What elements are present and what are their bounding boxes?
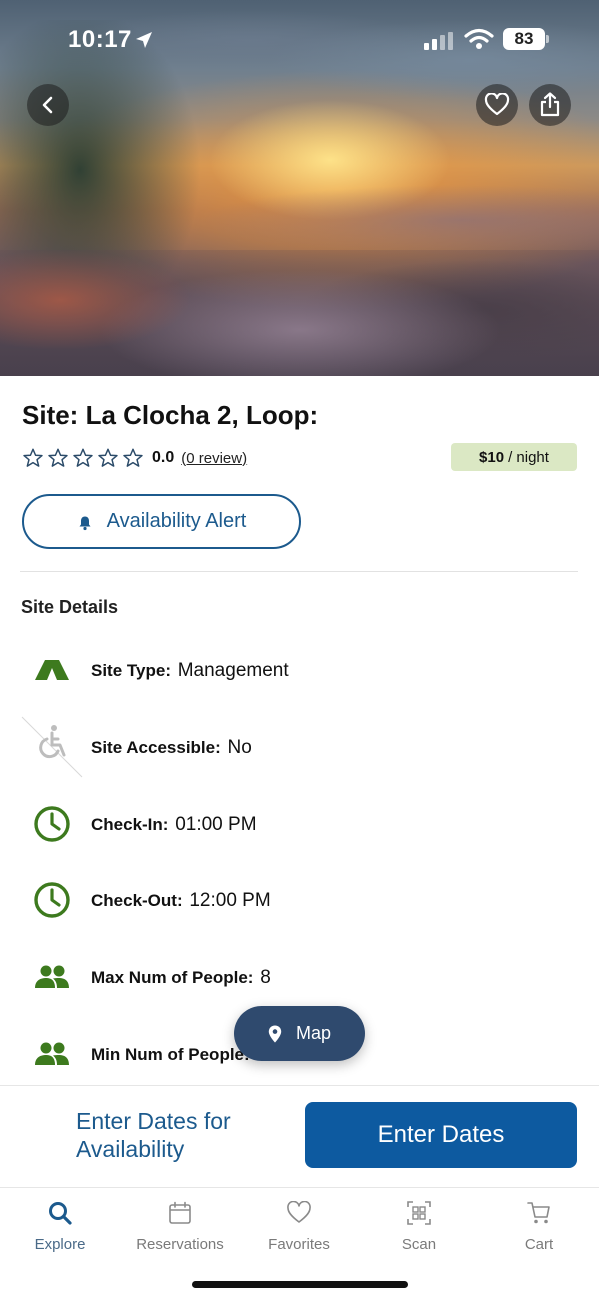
hero-rocks <box>0 250 599 376</box>
bell-icon <box>79 516 91 530</box>
signal-icon <box>424 32 456 55</box>
detail-value: 8 <box>260 967 271 988</box>
detail-value: Management <box>177 660 289 681</box>
people-icon <box>32 1034 72 1074</box>
star-outline-icon <box>73 448 93 467</box>
map-button-label: Map <box>295 1023 331 1043</box>
qr-scan-icon <box>359 1198 479 1228</box>
tab-scan[interactable]: Scan <box>359 1198 479 1253</box>
detail-value: 01:00 PM <box>175 814 257 835</box>
availability-alert-button[interactable]: Availability Alert <box>22 494 301 549</box>
tab-cart[interactable]: Cart <box>479 1198 599 1253</box>
site-details-heading: Site Details <box>21 597 119 617</box>
tent-icon <box>32 650 72 690</box>
search-icon <box>0 1198 120 1228</box>
location-arrow-icon <box>134 30 154 55</box>
tab-reservations[interactable]: Reservations <box>120 1198 240 1253</box>
detail-label: Max Num of People: <box>91 968 254 987</box>
heart-icon <box>484 93 510 116</box>
favorite-button[interactable] <box>476 84 518 126</box>
home-indicator[interactable] <box>192 1281 408 1288</box>
site-title: Site: La Clocha 2, Loop: <box>22 400 319 430</box>
detail-label: Site Accessible: <box>91 738 221 757</box>
status-time: 10:17 <box>68 26 132 53</box>
detail-max-people: Max Num of People: 8 <box>0 957 599 997</box>
price-unit: / night <box>508 448 549 466</box>
hero-image <box>0 0 599 376</box>
rating-row: 0.0 (0 review) <box>22 446 247 470</box>
share-button[interactable] <box>529 84 571 126</box>
detail-check-out: Check-Out: 12:00 PM <box>0 880 599 920</box>
rating-value: 0.0 <box>152 449 175 466</box>
detail-check-in: Check-In: 01:00 PM <box>0 804 599 844</box>
detail-label: Check-Out: <box>91 891 183 910</box>
clock-icon <box>32 880 72 920</box>
tab-label: Cart <box>524 1236 554 1253</box>
wifi-icon <box>464 28 494 55</box>
enter-dates-prompt[interactable]: Enter Dates for Availability <box>76 1107 276 1163</box>
tab-label: Reservations <box>136 1236 224 1253</box>
availability-alert-label: Availability Alert <box>106 510 247 532</box>
calendar-icon <box>120 1198 240 1228</box>
tab-favorites[interactable]: Favorites <box>239 1198 359 1253</box>
map-button[interactable]: Map <box>234 1006 365 1061</box>
battery-indicator: 83 <box>503 28 545 50</box>
detail-site-accessible: Site Accessible: No <box>0 716 599 778</box>
detail-value: 12:00 PM <box>189 890 271 911</box>
share-icon <box>540 92 560 117</box>
map-pin-icon <box>268 1025 282 1042</box>
detail-label: Min Num of People: <box>91 1045 250 1064</box>
cart-icon <box>479 1198 599 1228</box>
tab-explore[interactable]: Explore <box>0 1198 120 1253</box>
review-count-link[interactable]: (0 review) <box>181 450 247 467</box>
heart-icon <box>239 1198 359 1228</box>
battery-tip <box>546 35 549 43</box>
tab-label: Explore <box>34 1236 86 1253</box>
people-icon <box>32 957 72 997</box>
price-badge: $10 / night <box>451 443 577 471</box>
enter-dates-button-label: Enter Dates <box>377 1121 505 1148</box>
star-outline-icon <box>48 448 68 467</box>
tab-label: Favorites <box>268 1236 330 1253</box>
star-outline-icon <box>123 448 143 467</box>
enter-dates-button[interactable]: Enter Dates <box>305 1102 577 1168</box>
clock-icon <box>32 804 72 844</box>
detail-label: Site Type: <box>91 661 171 680</box>
detail-site-type: Site Type: Management <box>0 650 599 690</box>
detail-value: No <box>227 737 252 758</box>
booking-bar: Enter Dates for Availability Enter Dates <box>0 1085 599 1187</box>
chevron-left-icon <box>42 96 53 114</box>
detail-label: Check-In: <box>91 815 169 834</box>
back-button[interactable] <box>27 84 69 126</box>
divider <box>20 571 578 572</box>
status-bar: 10:17 83 <box>0 26 599 56</box>
accessible-off-icon <box>21 716 83 778</box>
star-outline-icon <box>23 448 43 467</box>
tab-label: Scan <box>401 1236 437 1253</box>
star-outline-icon <box>98 448 118 467</box>
star-rating <box>22 447 144 469</box>
price-amount: $10 <box>479 448 505 466</box>
